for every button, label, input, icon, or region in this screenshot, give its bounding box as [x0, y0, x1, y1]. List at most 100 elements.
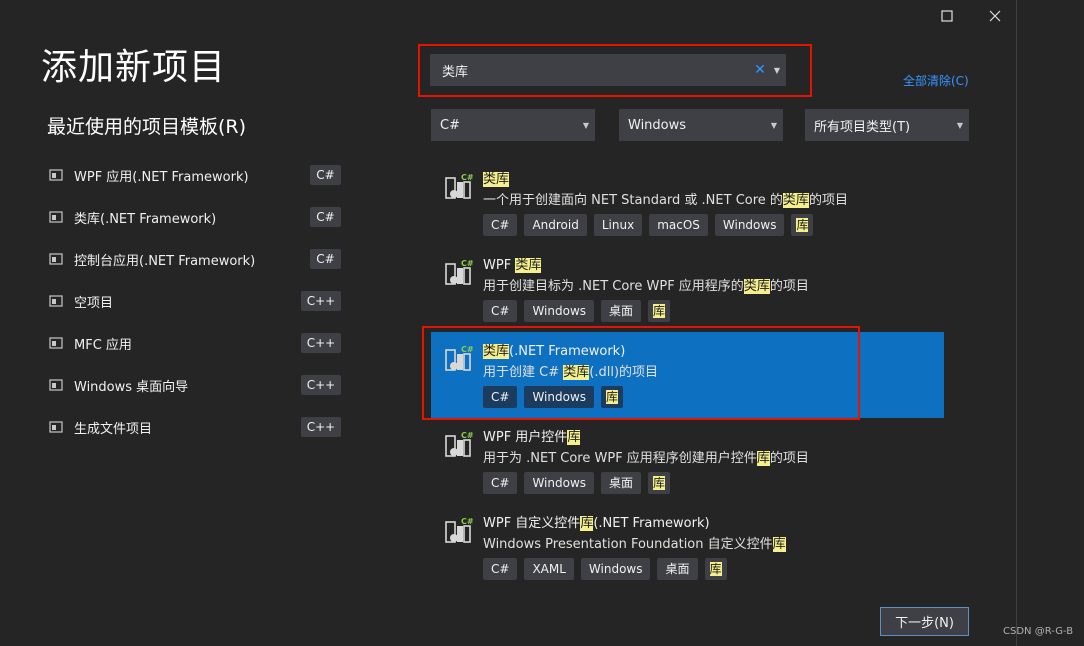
language-filter-value: C# [440, 117, 460, 133]
template-tag-library: 库 [648, 300, 671, 322]
template-tags: C# Android Linux macOS Windows 库 [483, 214, 814, 236]
search-match-highlight: 类库 [515, 258, 542, 273]
template-tags: C# Windows 桌面库 [483, 472, 671, 494]
project-type-filter-value: 所有项目类型(T) [814, 119, 911, 135]
template-name: WPF 用户控件库 [483, 426, 581, 445]
template-tag: C# [483, 300, 518, 322]
recent-template-label: WPF 应用(.NET Framework) [74, 169, 249, 185]
search-match-highlight: 类库 [743, 279, 770, 294]
search-match-highlight: 库 [709, 562, 722, 576]
wpf-app-icon [48, 167, 64, 183]
template-description: 一个用于创建面向 NET Standard 或 .NET Core 的类库的项目 [483, 189, 848, 208]
recent-template-item[interactable]: MFC 应用 C++ [48, 329, 341, 357]
empty-project-icon [48, 293, 64, 309]
template-name-suffix: (.NET Framework) [593, 516, 710, 531]
chevron-down-icon: ▼ [770, 120, 777, 130]
template-description: 用于创建目标为 .NET Core WPF 应用程序的类库的项目 [483, 275, 809, 294]
description-text: Windows Presentation Foundation 自定义控件 [483, 537, 773, 552]
template-name-prefix: WPF [483, 258, 516, 273]
description-text: 用于为 .NET Core WPF 应用程序创建用户控件 [483, 451, 757, 466]
recent-template-label: MFC 应用 [74, 337, 132, 353]
console-app-icon [48, 251, 64, 267]
clear-all-link[interactable]: 全部清除(C) [903, 72, 969, 89]
recent-template-item[interactable]: 控制台应用(.NET Framework) C# [48, 245, 341, 273]
template-tag: macOS [649, 214, 708, 236]
search-input[interactable]: 类库 [442, 61, 754, 80]
class-library-icon: C# [444, 172, 474, 202]
template-tag: Linux [593, 214, 643, 236]
close-button[interactable] [980, 1, 1010, 31]
recent-template-item[interactable]: Windows 桌面向导 C++ [48, 371, 341, 399]
template-tag: C# [483, 472, 518, 494]
recent-template-item[interactable]: 生成文件项目 C++ [48, 413, 341, 441]
description-text: 的项目 [808, 193, 848, 208]
platform-filter[interactable]: Windows ▼ [619, 109, 783, 141]
template-tag: 桌面 [601, 300, 642, 322]
template-tag: C# [483, 558, 518, 580]
dropdown-arrow-icon[interactable]: ▼ [774, 66, 780, 75]
template-tag: C# [483, 214, 518, 236]
search-box[interactable]: 类库 ✕ ▼ [430, 54, 786, 86]
template-name: WPF 类库 [483, 254, 542, 273]
template-tag: Windows [524, 472, 595, 494]
search-match-highlight: 库 [796, 218, 809, 232]
language-filter[interactable]: C# ▼ [431, 109, 595, 141]
search-match-highlight: 库 [567, 430, 581, 445]
user-control-library-icon: C# [444, 430, 474, 460]
recent-template-item[interactable]: 类库(.NET Framework) C# [48, 203, 341, 231]
recent-template-label: 控制台应用(.NET Framework) [74, 253, 256, 269]
selection-highlight-box [422, 326, 860, 420]
recent-template-item[interactable]: WPF 应用(.NET Framework) C# [48, 161, 341, 189]
project-type-filter[interactable]: 所有项目类型(T) ▼ [805, 109, 969, 141]
template-tag: Windows [580, 558, 651, 580]
mfc-app-icon [48, 335, 64, 351]
desktop-wizard-icon [48, 377, 64, 393]
template-tag: 桌面 [657, 558, 698, 580]
description-text: 的项目 [769, 279, 809, 294]
template-name: 类库 [483, 168, 510, 187]
clear-icon[interactable]: ✕ [754, 62, 766, 78]
template-item[interactable]: C# WPF 自定义控件库(.NET Framework) Windows Pres… [431, 504, 944, 590]
template-item[interactable]: C# WPF 类库 用于创建目标为 .NET Core WPF 应用程序的类库的项目… [431, 246, 944, 332]
makefile-project-icon [48, 419, 64, 435]
template-tag-library: 库 [648, 472, 671, 494]
template-tag: Android [524, 214, 587, 236]
recent-template-item[interactable]: 空项目 C++ [48, 287, 341, 315]
language-badge: C++ [301, 417, 341, 437]
search-match-highlight: 库 [653, 304, 666, 318]
next-button[interactable]: 下一步(N) [880, 607, 969, 636]
maximize-icon [941, 10, 953, 22]
page-title: 添加新项目 [41, 47, 227, 88]
recent-template-label: 类库(.NET Framework) [74, 211, 217, 227]
chevron-down-icon: ▼ [582, 120, 589, 130]
search-match-highlight: 库 [772, 537, 786, 552]
search-match-highlight: 库 [756, 451, 770, 466]
template-tag: Windows [714, 214, 785, 236]
language-badge: C# [310, 249, 341, 269]
language-badge: C# [310, 165, 341, 185]
template-name-prefix: WPF 自定义控件 [483, 516, 581, 531]
search-match-highlight: 库 [653, 476, 666, 490]
svg-text:C#: C# [461, 173, 474, 182]
platform-filter-value: Windows [628, 117, 687, 133]
template-tag-library: 库 [791, 214, 814, 236]
language-badge: C# [310, 207, 341, 227]
maximize-button[interactable] [932, 1, 962, 31]
search-match-highlight: 库 [580, 516, 594, 531]
recent-template-label: 生成文件项目 [74, 421, 153, 437]
class-library-icon [48, 209, 64, 225]
custom-control-library-icon: C# [444, 516, 474, 546]
template-tag: 桌面 [601, 472, 642, 494]
template-name: WPF 自定义控件库(.NET Framework) [483, 512, 710, 531]
template-item[interactable]: C# 类库 一个用于创建面向 NET Standard 或 .NET Core 的类… [431, 160, 944, 246]
template-item[interactable]: C# WPF 用户控件库 用于为 .NET Core WPF 应用程序创建用户控件库… [431, 418, 944, 504]
template-tags: C# XAML Windows 桌面库 [483, 558, 727, 580]
close-icon [989, 10, 1001, 22]
watermark: CSDN @R-G-B [1003, 626, 1074, 637]
description-text: 的项目 [769, 451, 809, 466]
svg-text:C#: C# [461, 517, 474, 526]
description-text: 一个用于创建面向 NET Standard 或 .NET Core 的 [483, 193, 783, 208]
search-match-highlight: 类库 [782, 193, 809, 208]
template-description: 用于为 .NET Core WPF 应用程序创建用户控件库的项目 [483, 447, 809, 466]
recent-template-label: 空项目 [74, 295, 114, 311]
